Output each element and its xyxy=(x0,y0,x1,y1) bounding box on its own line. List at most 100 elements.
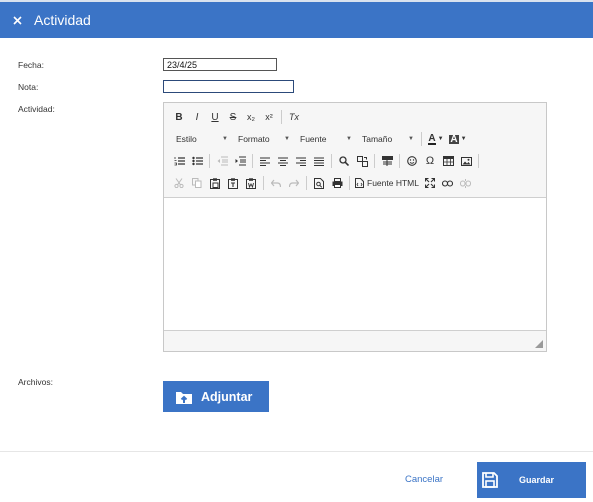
toolbar-separator xyxy=(252,154,253,168)
toolbar-row-combos: Estilo ▼ Formato ▼ Fuente ▼ Tamaño ▼ A ▼ … xyxy=(170,129,469,149)
underline-button[interactable]: U xyxy=(206,108,224,126)
paste-text-button[interactable] xyxy=(224,174,242,192)
align-right-button[interactable] xyxy=(292,152,310,170)
justify-button[interactable] xyxy=(310,152,328,170)
resize-handle[interactable] xyxy=(535,340,543,348)
indent-icon xyxy=(235,156,246,166)
printer-icon xyxy=(332,178,342,188)
toolbar-row-paragraph: Ω xyxy=(170,151,482,171)
toolbar-separator xyxy=(209,154,210,168)
nota-label: Nota: xyxy=(18,82,39,92)
toolbar-separator xyxy=(421,132,422,146)
copy-icon xyxy=(192,178,202,188)
toolbar-separator xyxy=(281,110,282,124)
unlink-button[interactable] xyxy=(457,174,475,192)
close-button[interactable] xyxy=(2,2,32,38)
align-center-icon xyxy=(278,156,288,166)
paste-button[interactable] xyxy=(206,174,224,192)
toolbar-row-clipboard: Fuente HTML xyxy=(170,173,475,193)
size-combo[interactable]: Tamaño ▼ xyxy=(356,130,418,148)
table-button[interactable] xyxy=(439,152,457,170)
toolbar-separator xyxy=(374,154,375,168)
toolbar-separator xyxy=(263,176,264,190)
attach-button-label: Adjuntar xyxy=(201,389,253,404)
replace-icon xyxy=(356,155,368,167)
format-combo[interactable]: Formato ▼ xyxy=(232,130,294,148)
source-button-label: Fuente HTML xyxy=(367,178,419,188)
align-left-icon xyxy=(260,156,270,166)
print-button[interactable] xyxy=(328,174,346,192)
fecha-input[interactable]: 23/4/25 xyxy=(163,58,277,71)
strikethrough-button[interactable]: S xyxy=(224,108,242,126)
cut-button[interactable] xyxy=(170,174,188,192)
find-button[interactable] xyxy=(335,152,353,170)
save-button-label: Guardar xyxy=(519,475,555,485)
size-combo-label: Tamaño xyxy=(362,134,393,144)
chevron-down-icon: ▼ xyxy=(284,136,290,142)
image-icon xyxy=(460,156,472,166)
remove-format-button[interactable]: Tx xyxy=(285,108,303,126)
chevron-down-icon: ▼ xyxy=(460,136,467,142)
undo-button[interactable] xyxy=(267,174,285,192)
fecha-label: Fecha: xyxy=(18,60,44,70)
blocks-icon xyxy=(381,156,393,166)
cancel-button[interactable]: Cancelar xyxy=(405,474,443,485)
scissors-icon xyxy=(174,178,184,188)
redo-button[interactable] xyxy=(285,174,303,192)
search-icon xyxy=(339,156,349,166)
replace-button[interactable] xyxy=(353,152,371,170)
numbered-list-button[interactable] xyxy=(170,152,188,170)
unlink-icon xyxy=(460,178,472,188)
toolbar-row-basic: B I U S x₂ x² Tx xyxy=(170,107,303,127)
source-button[interactable]: Fuente HTML xyxy=(353,174,421,192)
attach-button[interactable]: Adjuntar xyxy=(163,381,269,412)
indent-button[interactable] xyxy=(231,152,249,170)
chevron-down-icon: ▼ xyxy=(437,136,444,142)
redo-icon xyxy=(289,179,299,187)
dialog-title: Actividad xyxy=(34,12,91,28)
special-char-button[interactable]: Ω xyxy=(421,152,439,170)
undo-icon xyxy=(271,179,281,187)
anchor-button[interactable] xyxy=(439,174,457,192)
subscript-button[interactable]: x₂ xyxy=(242,108,260,126)
source-icon xyxy=(355,178,364,188)
rich-text-editor: B I U S x₂ x² Tx Estilo ▼ Formato ▼ Fuen… xyxy=(163,102,547,352)
show-blocks-button[interactable] xyxy=(378,152,396,170)
image-button[interactable] xyxy=(457,152,475,170)
actividad-label: Actividad: xyxy=(18,104,55,114)
style-combo[interactable]: Estilo ▼ xyxy=(170,130,232,148)
close-icon xyxy=(12,15,22,25)
font-combo[interactable]: Fuente ▼ xyxy=(294,130,356,148)
text-color-button[interactable]: A ▼ xyxy=(425,130,447,148)
align-right-icon xyxy=(296,156,306,166)
archivos-label: Archivos: xyxy=(18,377,53,387)
copy-button[interactable] xyxy=(188,174,206,192)
emoji-button[interactable] xyxy=(403,152,421,170)
background-color-label: A xyxy=(449,133,459,145)
save-button[interactable]: Guardar xyxy=(477,462,586,498)
superscript-button[interactable]: x² xyxy=(260,108,278,126)
paste-text-icon xyxy=(228,177,238,189)
style-combo-label: Estilo xyxy=(176,134,197,144)
outdent-button[interactable] xyxy=(213,152,231,170)
paste-word-icon xyxy=(246,177,256,189)
font-combo-label: Fuente xyxy=(300,134,327,144)
background-color-button[interactable]: A ▼ xyxy=(447,130,469,148)
maximize-button[interactable] xyxy=(421,174,439,192)
align-center-button[interactable] xyxy=(274,152,292,170)
resize-grip-icon xyxy=(535,340,543,348)
bulleted-list-icon xyxy=(191,156,203,166)
chevron-down-icon: ▼ xyxy=(222,136,228,142)
align-left-button[interactable] xyxy=(256,152,274,170)
nota-input[interactable] xyxy=(163,80,294,93)
toolbar-separator xyxy=(349,176,350,190)
paste-icon xyxy=(210,177,220,189)
bold-button[interactable]: B xyxy=(170,108,188,126)
editor-content-area[interactable] xyxy=(164,197,546,331)
paste-word-button[interactable] xyxy=(242,174,260,192)
preview-button[interactable] xyxy=(310,174,328,192)
format-combo-label: Formato xyxy=(238,134,270,144)
italic-button[interactable]: I xyxy=(188,108,206,126)
toolbar-separator xyxy=(331,154,332,168)
bulleted-list-button[interactable] xyxy=(188,152,206,170)
